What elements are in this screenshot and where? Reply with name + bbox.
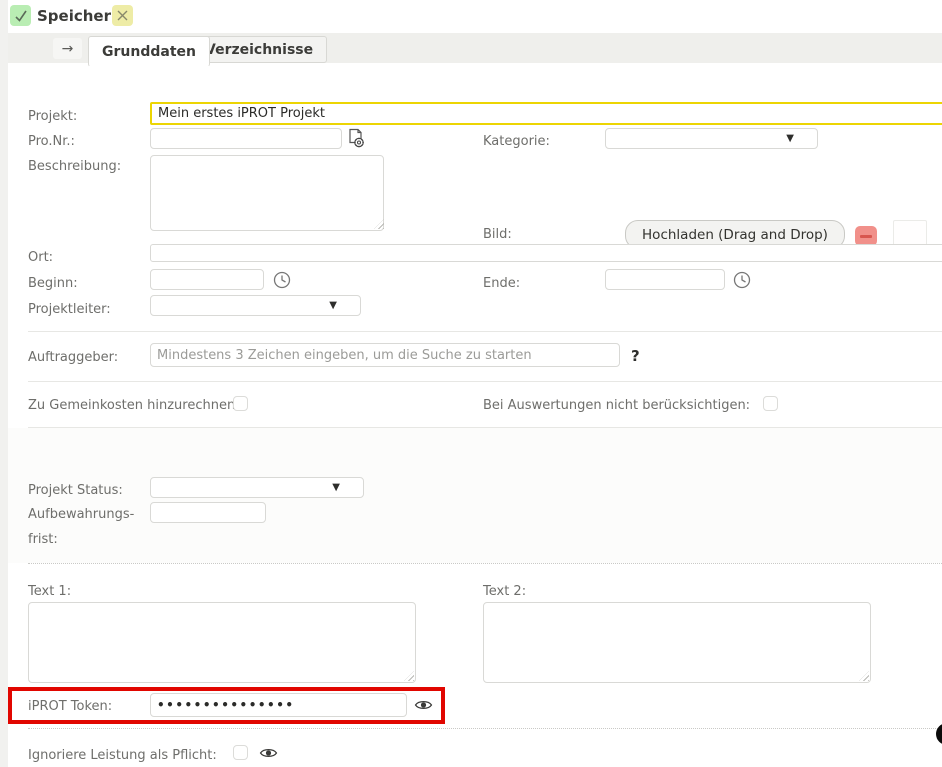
iprot-token-label: iPROT Token: — [28, 699, 112, 714]
text2-label: Text 2: — [483, 584, 526, 599]
ende-clock-icon[interactable] — [733, 271, 751, 289]
text1-textarea[interactable] — [28, 602, 416, 683]
section-background — [8, 428, 942, 563]
ende-label: Ende: — [483, 276, 520, 291]
beschreibung-label: Beschreibung: — [28, 159, 121, 174]
pro-nr-label: Pro.Nr.: — [28, 134, 75, 149]
floating-action-button[interactable] — [936, 723, 942, 745]
checkmark-icon — [14, 9, 28, 23]
kategorie-select[interactable]: ▼ — [605, 128, 818, 149]
ende-input[interactable] — [605, 269, 725, 290]
save-button[interactable] — [10, 5, 31, 26]
caret-down-icon: ▼ — [786, 133, 794, 144]
gemeinkosten-checkbox[interactable] — [233, 396, 248, 411]
project-form-window: Speichern → Grunddaten Verzeichnisse Pro… — [0, 0, 942, 767]
collapse-arrow-button[interactable]: → — [53, 38, 82, 59]
tab-grunddaten[interactable]: Grunddaten — [88, 36, 210, 67]
dotted-divider — [28, 728, 942, 729]
beginn-clock-icon[interactable] — [273, 271, 291, 289]
ignoriere-leistung-eye-icon[interactable] — [259, 746, 278, 760]
generate-number-icon[interactable] — [348, 128, 366, 149]
auswertungen-checkbox[interactable] — [763, 396, 778, 411]
ort-input[interactable] — [150, 244, 942, 262]
ort-label: Ort: — [28, 250, 53, 265]
minus-icon — [860, 235, 872, 238]
auswertungen-label: Bei Auswertungen nicht berücksichtigen: — [483, 398, 750, 413]
remove-image-button[interactable] — [855, 226, 877, 246]
close-button[interactable] — [112, 5, 133, 26]
ignoriere-leistung-checkbox[interactable] — [233, 745, 248, 760]
projekt-status-select[interactable]: ▼ — [150, 477, 364, 498]
close-icon — [116, 9, 129, 22]
save-button-label: Speichern — [37, 7, 122, 25]
pro-nr-input[interactable] — [150, 128, 342, 149]
arrow-right-icon: → — [62, 41, 74, 57]
show-token-eye-icon[interactable] — [414, 698, 433, 712]
aufbewahrungsfrist-input[interactable] — [150, 502, 266, 523]
projektleiter-select[interactable]: ▼ — [150, 295, 361, 316]
ignoriere-leistung-label: Ignoriere Leistung als Pflicht: — [28, 748, 217, 763]
gemeinkosten-label: Zu Gemeinkosten hinzurechnen: — [28, 398, 240, 413]
aufbewahrungsfrist-label-line2: frist: — [28, 532, 58, 547]
auftraggeber-input[interactable] — [150, 343, 620, 367]
auftraggeber-label: Auftraggeber: — [28, 350, 118, 365]
left-margin-strip — [0, 0, 8, 767]
text2-textarea[interactable] — [483, 602, 871, 683]
beschreibung-textarea[interactable] — [150, 155, 384, 231]
projekt-status-label: Projekt Status: — [28, 483, 123, 498]
divider — [28, 381, 942, 382]
help-question-mark[interactable]: ? — [631, 347, 640, 365]
beginn-label: Beginn: — [28, 276, 78, 291]
aufbewahrungsfrist-label-line1: Aufbewahrungs- — [28, 507, 134, 522]
divider — [28, 331, 942, 332]
bild-label: Bild: — [483, 227, 512, 242]
projektleiter-label: Projektleiter: — [28, 302, 111, 317]
kategorie-label: Kategorie: — [483, 134, 550, 149]
caret-down-icon: ▼ — [332, 482, 340, 493]
tab-verzeichnisse[interactable]: Verzeichnisse — [191, 36, 327, 63]
projekt-input[interactable] — [150, 102, 942, 125]
projekt-label: Projekt: — [28, 109, 77, 124]
text1-label: Text 1: — [28, 584, 71, 599]
caret-down-icon: ▼ — [329, 300, 337, 311]
dotted-divider — [28, 563, 942, 564]
iprot-token-input[interactable] — [150, 693, 407, 717]
beginn-input[interactable] — [150, 269, 264, 290]
